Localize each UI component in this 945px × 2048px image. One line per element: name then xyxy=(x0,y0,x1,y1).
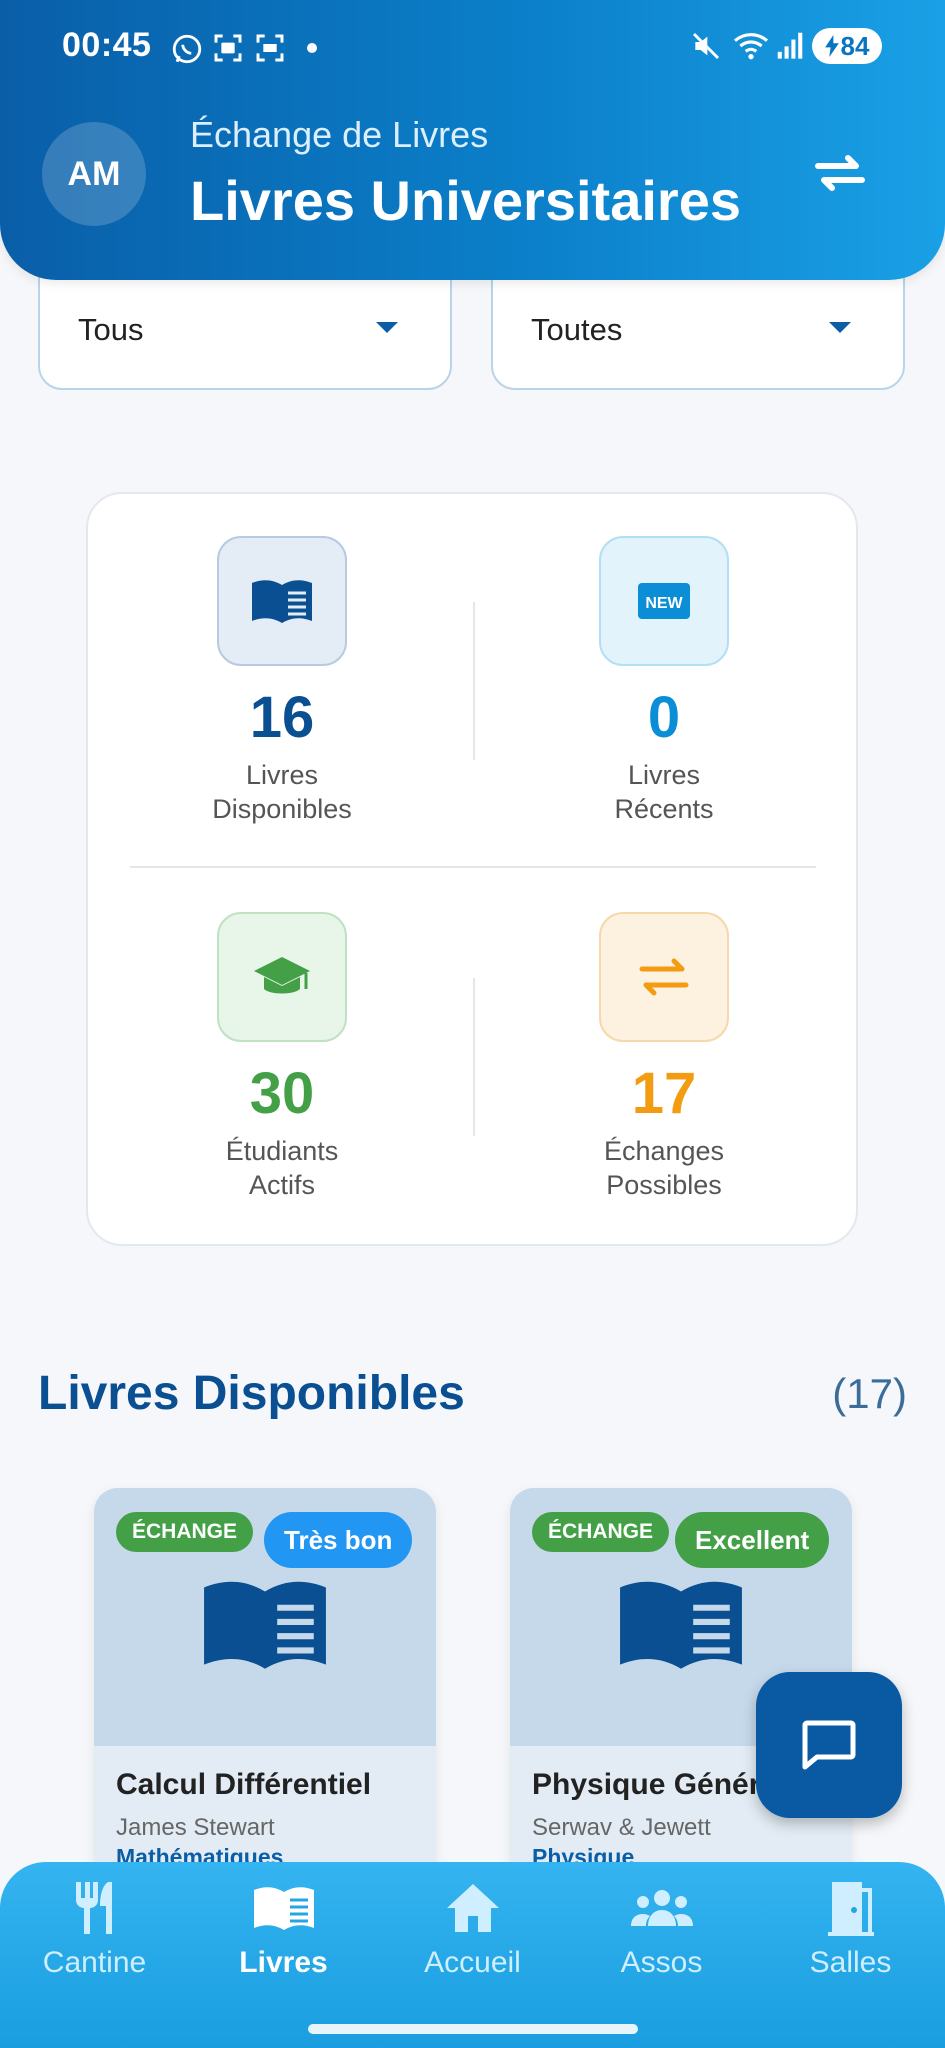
nav-label: Salles xyxy=(809,1946,892,1979)
book-icon xyxy=(253,1887,314,1930)
app-header: 00:45 84 AM Échange de Livres Livres Uni… xyxy=(0,0,945,280)
stat-label: Échanges Possibles xyxy=(514,1134,814,1202)
stat-label-line1: Échanges xyxy=(603,1136,725,1166)
filter-2-value: Toutes xyxy=(531,312,623,347)
bottom-nav: Cantine Livres Accueil Assos Salles xyxy=(0,1862,945,2048)
whatsapp-icon xyxy=(172,34,202,64)
nav-item-salles[interactable]: Salles xyxy=(756,1880,945,1980)
home-icon xyxy=(446,1884,499,1932)
chat-icon xyxy=(802,1720,856,1770)
chat-button[interactable] xyxy=(756,1672,902,1818)
condition-badge: Très bon xyxy=(264,1512,413,1568)
stat-icon-box xyxy=(599,912,729,1042)
stat-value: 17 xyxy=(631,1061,697,1126)
mute-icon xyxy=(692,32,720,60)
nav-label: Accueil xyxy=(424,1946,521,1979)
group-icon xyxy=(630,1890,693,1926)
stat-label: Livres Disponibles xyxy=(132,758,432,826)
chevron-down-icon xyxy=(376,322,398,333)
stat-value: 16 xyxy=(249,685,315,750)
nav-item-livres[interactable]: Livres xyxy=(189,1880,378,1980)
divider xyxy=(130,866,816,868)
swap-icon[interactable] xyxy=(810,148,870,198)
exchange-tag: ÉCHANGE xyxy=(532,1512,670,1552)
divider xyxy=(473,602,475,760)
book-icon xyxy=(252,580,312,623)
avatar[interactable]: AM xyxy=(42,122,146,226)
stat-available-books: 16 Livres Disponibles xyxy=(132,536,432,826)
swap-icon xyxy=(639,958,689,996)
battery-level: 84 xyxy=(840,30,870,61)
fork-knife-icon xyxy=(75,1882,112,1934)
page-title: Livres Universitaires xyxy=(190,169,741,232)
battery-indicator: 84 xyxy=(812,28,882,64)
nav-item-assos[interactable]: Assos xyxy=(567,1880,756,1980)
condition-badge: Excellent xyxy=(675,1512,830,1568)
nav-item-accueil[interactable]: Accueil xyxy=(378,1880,567,1980)
book-author: Serwav & Jewett xyxy=(532,1814,711,1841)
stat-label-line2: Disponibles xyxy=(212,794,352,824)
stat-value: 0 xyxy=(647,685,681,750)
filter-dropdown-1[interactable]: Tous xyxy=(38,262,452,390)
nav-label: Cantine xyxy=(42,1946,147,1979)
stat-icon-box xyxy=(217,912,347,1042)
scan-icon xyxy=(256,34,284,62)
stat-label-line2: Actifs xyxy=(248,1170,315,1200)
stat-icon-box: NEW xyxy=(599,536,729,666)
stat-label: Livres Récents xyxy=(514,758,814,826)
stat-active-students: 30 Étudiants Actifs xyxy=(132,912,432,1202)
wifi-icon xyxy=(733,33,769,60)
section-title: Livres Disponibles xyxy=(38,1367,465,1420)
stat-icon-box xyxy=(217,536,347,666)
stat-label-line2: Récents xyxy=(614,794,714,824)
stat-label-line1: Étudiants xyxy=(225,1136,339,1166)
status-bar: 00:45 84 xyxy=(0,22,945,72)
stat-label-line1: Livres xyxy=(245,760,319,790)
graduation-cap-icon xyxy=(254,957,310,994)
exchange-tag: ÉCHANGE xyxy=(116,1512,254,1552)
stat-label: Étudiants Actifs xyxy=(132,1134,432,1202)
signal-icon xyxy=(777,32,803,59)
nav-label: Assos xyxy=(620,1946,703,1979)
book-title: Calcul Différentiel xyxy=(116,1768,372,1801)
stat-recent-books: NEW 0 Livres Récents xyxy=(514,536,814,826)
stat-label-line1: Livres xyxy=(627,760,701,790)
charging-icon xyxy=(824,35,839,57)
book-cover: ÉCHANGE Très bon xyxy=(94,1488,436,1746)
home-indicator[interactable] xyxy=(308,2024,638,2034)
stats-card: 16 Livres Disponibles NEW 0 Livres Récen… xyxy=(86,492,858,1246)
notification-dot-icon xyxy=(307,43,317,53)
new-icon: NEW xyxy=(638,583,690,619)
section-count: (17) xyxy=(832,1370,907,1417)
nav-item-cantine[interactable]: Cantine xyxy=(0,1880,189,1980)
stat-possible-exchanges: 17 Échanges Possibles xyxy=(514,912,814,1202)
status-time: 00:45 xyxy=(62,26,152,64)
stat-value: 30 xyxy=(249,1061,315,1126)
nav-label: Livres xyxy=(239,1946,328,1979)
door-icon xyxy=(827,1882,874,1936)
book-icon xyxy=(620,1581,742,1669)
book-author: James Stewart xyxy=(116,1814,275,1841)
filter-1-value: Tous xyxy=(78,312,144,347)
book-card[interactable]: ÉCHANGE Très bon Calcul Différentiel Jam… xyxy=(94,1488,436,1908)
divider xyxy=(473,978,475,1136)
filter-dropdown-2[interactable]: Toutes xyxy=(491,262,905,390)
screenshot-icon xyxy=(214,34,242,62)
header-subtitle: Échange de Livres xyxy=(190,114,489,155)
book-icon xyxy=(204,1581,326,1669)
chevron-down-icon xyxy=(829,322,851,333)
new-badge-text: NEW xyxy=(645,595,683,612)
stat-label-line2: Possibles xyxy=(606,1170,722,1200)
